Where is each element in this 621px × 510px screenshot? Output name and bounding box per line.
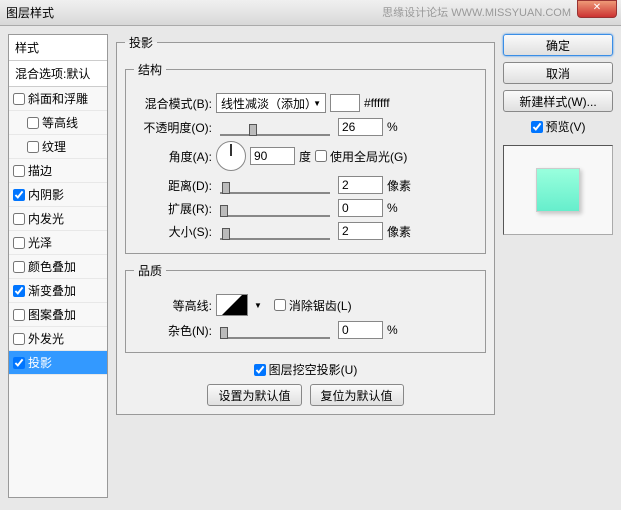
- size-unit: 像素: [387, 223, 411, 240]
- spread-slider[interactable]: [220, 199, 330, 217]
- style-item[interactable]: 描边: [9, 159, 107, 183]
- style-label: 内阴影: [28, 186, 64, 203]
- style-item[interactable]: 投影: [9, 351, 107, 375]
- style-label: 纹理: [42, 138, 66, 155]
- angle-input[interactable]: [250, 147, 295, 165]
- ok-button[interactable]: 确定: [503, 34, 613, 56]
- blend-mode-dropdown[interactable]: 线性减淡（添加）: [216, 93, 326, 113]
- style-checkbox[interactable]: [13, 189, 25, 201]
- watermark: 思缘设计论坛 WWW.MISSYUAN.COM: [382, 4, 571, 20]
- color-swatch[interactable]: [330, 94, 360, 112]
- reset-default-button[interactable]: 复位为默认值: [310, 384, 404, 406]
- preview-box: [503, 145, 613, 235]
- style-checkbox[interactable]: [27, 117, 39, 129]
- style-checkbox[interactable]: [13, 357, 25, 369]
- style-item[interactable]: 光泽: [9, 231, 107, 255]
- style-list: 斜面和浮雕等高线纹理描边内阴影内发光光泽颜色叠加渐变叠加图案叠加外发光投影: [9, 87, 107, 375]
- chevron-down-icon[interactable]: ▼: [254, 301, 262, 310]
- noise-unit: %: [387, 323, 398, 337]
- style-label: 内发光: [28, 210, 64, 227]
- knockout-checkbox[interactable]: 图层挖空投影(U): [254, 361, 358, 378]
- style-item[interactable]: 颜色叠加: [9, 255, 107, 279]
- color-hex: #ffffff: [364, 96, 390, 110]
- opacity-input[interactable]: [338, 118, 383, 136]
- angle-label: 角度(A):: [134, 148, 212, 165]
- quality-legend: 品质: [134, 262, 166, 279]
- style-label: 颜色叠加: [28, 258, 76, 275]
- blend-mode-label: 混合模式(B):: [134, 95, 212, 112]
- style-item[interactable]: 外发光: [9, 327, 107, 351]
- quality-fieldset: 品质 等高线: ▼ 消除锯齿(L) 杂色(N): %: [125, 262, 486, 353]
- angle-unit: 度: [299, 148, 311, 165]
- distance-slider[interactable]: [220, 176, 330, 194]
- style-checkbox[interactable]: [13, 165, 25, 177]
- global-light-checkbox[interactable]: 使用全局光(G): [315, 148, 407, 165]
- style-item[interactable]: 纹理: [9, 135, 107, 159]
- anti-alias-checkbox[interactable]: 消除锯齿(L): [274, 297, 352, 314]
- blend-options-default[interactable]: 混合选项:默认: [9, 61, 107, 87]
- styles-panel: 样式 混合选项:默认 斜面和浮雕等高线纹理描边内阴影内发光光泽颜色叠加渐变叠加图…: [8, 34, 108, 498]
- style-item[interactable]: 内发光: [9, 207, 107, 231]
- style-checkbox[interactable]: [13, 309, 25, 321]
- size-label: 大小(S):: [134, 223, 212, 240]
- structure-fieldset: 结构 混合模式(B): 线性减淡（添加） #ffffff 不透明度(O): % …: [125, 61, 486, 254]
- style-label: 等高线: [42, 114, 78, 131]
- style-label: 光泽: [28, 234, 52, 251]
- set-default-button[interactable]: 设置为默认值: [207, 384, 301, 406]
- style-item[interactable]: 内阴影: [9, 183, 107, 207]
- style-checkbox[interactable]: [13, 285, 25, 297]
- angle-dial[interactable]: [216, 141, 246, 171]
- preview-thumbnail: [536, 168, 580, 212]
- style-item[interactable]: 渐变叠加: [9, 279, 107, 303]
- style-item[interactable]: 斜面和浮雕: [9, 87, 107, 111]
- dialog-content: 样式 混合选项:默认 斜面和浮雕等高线纹理描边内阴影内发光光泽颜色叠加渐变叠加图…: [0, 26, 621, 506]
- styles-header: 样式: [9, 35, 107, 61]
- style-checkbox[interactable]: [13, 213, 25, 225]
- style-label: 斜面和浮雕: [28, 90, 88, 107]
- settings-panel: 投影 结构 混合模式(B): 线性减淡（添加） #ffffff 不透明度(O):…: [116, 34, 495, 498]
- noise-input[interactable]: [338, 321, 383, 339]
- opacity-unit: %: [387, 120, 398, 134]
- cancel-button[interactable]: 取消: [503, 62, 613, 84]
- style-checkbox[interactable]: [13, 237, 25, 249]
- close-icon[interactable]: ✕: [577, 0, 617, 18]
- contour-picker[interactable]: [216, 294, 248, 316]
- style-label: 描边: [28, 162, 52, 179]
- style-item[interactable]: 图案叠加: [9, 303, 107, 327]
- distance-unit: 像素: [387, 177, 411, 194]
- style-item[interactable]: 等高线: [9, 111, 107, 135]
- distance-input[interactable]: [338, 176, 383, 194]
- size-input[interactable]: [338, 222, 383, 240]
- style-checkbox[interactable]: [13, 261, 25, 273]
- opacity-slider[interactable]: [220, 118, 330, 136]
- style-label: 投影: [28, 354, 52, 371]
- size-slider[interactable]: [220, 222, 330, 240]
- spread-label: 扩展(R):: [134, 200, 212, 217]
- style-checkbox[interactable]: [13, 93, 25, 105]
- new-style-button[interactable]: 新建样式(W)...: [503, 90, 613, 112]
- contour-label: 等高线:: [134, 297, 212, 314]
- opacity-label: 不透明度(O):: [134, 119, 212, 136]
- titlebar: 图层样式 思缘设计论坛 WWW.MISSYUAN.COM ✕: [0, 0, 621, 26]
- drop-shadow-legend: 投影: [125, 34, 157, 51]
- style-label: 图案叠加: [28, 306, 76, 323]
- action-panel: 确定 取消 新建样式(W)... 预览(V): [503, 34, 613, 498]
- noise-slider[interactable]: [220, 321, 330, 339]
- spread-input[interactable]: [338, 199, 383, 217]
- drop-shadow-fieldset: 投影 结构 混合模式(B): 线性减淡（添加） #ffffff 不透明度(O):…: [116, 34, 495, 415]
- style-checkbox[interactable]: [13, 333, 25, 345]
- style-label: 渐变叠加: [28, 282, 76, 299]
- noise-label: 杂色(N):: [134, 322, 212, 339]
- distance-label: 距离(D):: [134, 177, 212, 194]
- structure-legend: 结构: [134, 61, 166, 78]
- style-label: 外发光: [28, 330, 64, 347]
- spread-unit: %: [387, 201, 398, 215]
- style-checkbox[interactable]: [27, 141, 39, 153]
- preview-checkbox[interactable]: 预览(V): [503, 118, 613, 135]
